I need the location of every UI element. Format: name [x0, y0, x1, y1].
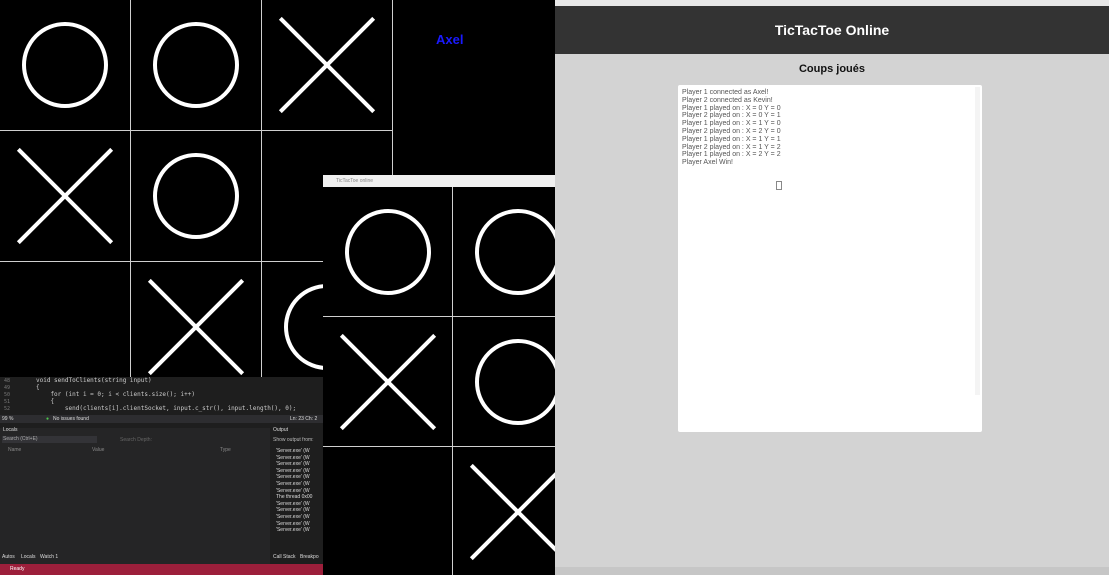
search-depth-label: Search Depth:	[120, 437, 152, 443]
output-title: Output	[273, 427, 289, 433]
show-output-from[interactable]: Show output from:	[273, 437, 314, 443]
o-mark-icon	[153, 153, 239, 239]
code-editor[interactable]: 48 void sendToClients(string input) 49{50 …	[0, 377, 325, 413]
panel-tab[interactable]: Breakpo	[300, 554, 319, 560]
log-entry: Player 2 connected as Kevin!	[682, 96, 773, 104]
output-line: 'Server.exe' (W	[276, 461, 310, 468]
o-mark-icon	[344, 208, 431, 295]
output-line: 'Server.exe' (W	[276, 454, 310, 461]
x-mark-icon	[0, 131, 130, 261]
line-number: 51	[4, 399, 11, 405]
output-line: 'Server.exe' (W	[276, 514, 310, 520]
zoom-level[interactable]: 99 %	[2, 416, 13, 422]
board-cell[interactable]	[131, 131, 261, 261]
status-text: Ready	[10, 566, 25, 572]
locals-panel: Locals Search (Ctrl+E) Search Depth: Nam…	[0, 427, 270, 568]
panel-tab[interactable]: Call Stack	[273, 554, 296, 560]
output-line: 'Server.exe' (W	[276, 520, 310, 527]
output-line: 'Server.exe' (W	[276, 487, 310, 494]
log-entry: Player Axel Win!	[682, 159, 733, 167]
code-line[interactable]: for (int i = 0; i < clients.size(); i++)	[36, 391, 195, 398]
x-mark-icon	[453, 447, 555, 575]
column-type: Type	[220, 447, 231, 453]
issues-label[interactable]: No issues found	[53, 416, 89, 422]
o-mark-icon	[474, 338, 555, 425]
output-panel: Output Show output from: 'Server.exe' (W…	[271, 427, 325, 568]
board-cell[interactable]	[453, 317, 555, 446]
board-cell[interactable]	[323, 447, 452, 575]
log-entry: Player 2 played on : X = 1 Y = 2	[682, 143, 781, 151]
log-entry: Player 1 played on : X = 2 Y = 2	[682, 151, 781, 159]
board-cell[interactable]	[453, 187, 555, 316]
board-cell[interactable]	[131, 0, 261, 130]
output-line: The thread 0x00	[276, 494, 313, 501]
moves-heading: Coups joués	[798, 63, 865, 75]
o-mark-icon	[153, 22, 239, 108]
line-number: 50	[4, 392, 11, 398]
x-mark-icon	[323, 317, 452, 446]
log-scrollbar[interactable]	[975, 87, 980, 395]
player-name-label: Axel	[436, 32, 464, 47]
o-mark-icon	[22, 22, 108, 108]
ide-panel: 48 void sendToClients(string input) 49{50 …	[0, 377, 325, 575]
board-cell[interactable]	[323, 187, 452, 316]
panel-tab[interactable]: Autos	[2, 554, 15, 560]
board-cell[interactable]	[453, 447, 555, 575]
status-bar: Ready	[0, 564, 325, 575]
code-line[interactable]: {	[36, 398, 54, 405]
code-line[interactable]: {	[36, 384, 40, 391]
output-line: 'Server.exe' (W	[276, 500, 310, 507]
site-title: TicTacToe Online	[774, 22, 890, 38]
log-entry: Player 1 played on : X = 1 Y = 1	[682, 135, 781, 143]
code-line[interactable]: send(clients[i].clientSocket, input.c_st…	[36, 405, 296, 412]
board-cell[interactable]	[0, 262, 130, 392]
editor-status-row: 99 % ● No issues found Ln: 23 Ch: 2	[0, 415, 325, 423]
cursor-position: Ln: 23 Ch: 2	[290, 416, 318, 422]
x-mark-icon	[262, 0, 392, 130]
output-line: 'Server.exe' (W	[276, 481, 310, 487]
log-list: Player 1 connected as Axel! Player 2 conn…	[682, 89, 781, 167]
output-line: 'Server.exe' (W	[276, 448, 310, 454]
panel-tab[interactable]: Watch 1	[40, 554, 58, 560]
board-cell[interactable]	[262, 0, 392, 130]
log-entry: Player 1 played on : X = 1 Y = 0	[682, 120, 781, 128]
output-line: 'Server.exe' (W	[276, 474, 310, 481]
tictactoe-board	[323, 187, 555, 575]
output-line: 'Server.exe' (W	[276, 507, 310, 514]
window-titlebar[interactable]: TicTacToe online	[323, 175, 555, 187]
line-number: 48	[4, 378, 11, 384]
moves-log[interactable]: Player 1 connected as Axel! Player 2 conn…	[678, 85, 982, 432]
board-cell[interactable]	[0, 131, 130, 261]
browser-window: TicTacToe Online Coups joués Player 1 co…	[555, 0, 1109, 575]
line-number: 52	[4, 406, 11, 412]
panel-tab[interactable]: Locals	[21, 554, 35, 560]
horizontal-scrollbar[interactable]	[555, 567, 1109, 575]
log-entry: Player 1 connected as Axel!	[682, 89, 769, 96]
line-number: 49	[4, 385, 11, 391]
window-title: TicTacToe online	[336, 178, 374, 184]
locals-title: Locals	[3, 427, 18, 433]
log-entry: Player 2 played on : X = 2 Y = 0	[682, 127, 781, 135]
game-window-front: TicTacToe online	[323, 175, 555, 575]
check-icon: ●	[46, 416, 50, 422]
board-cell[interactable]	[0, 0, 130, 130]
locals-search-input[interactable]: Search (Ctrl+E)	[2, 436, 97, 443]
column-name: Name	[8, 447, 22, 453]
text-cursor-icon	[776, 181, 782, 190]
code-line[interactable]: void sendToClients(string input)	[36, 377, 152, 384]
log-entry: Player 1 played on : X = 0 Y = 0	[682, 104, 781, 112]
log-entry: Player 2 played on : X = 0 Y = 1	[682, 112, 781, 120]
board-cell[interactable]	[323, 317, 452, 446]
board-cell[interactable]	[131, 262, 261, 392]
output-line: 'Server.exe' (W	[276, 467, 310, 474]
output-line: 'Server.exe' (W	[276, 527, 310, 534]
column-value: Value	[92, 447, 105, 453]
x-mark-icon	[131, 262, 261, 392]
o-mark-icon	[474, 208, 555, 295]
